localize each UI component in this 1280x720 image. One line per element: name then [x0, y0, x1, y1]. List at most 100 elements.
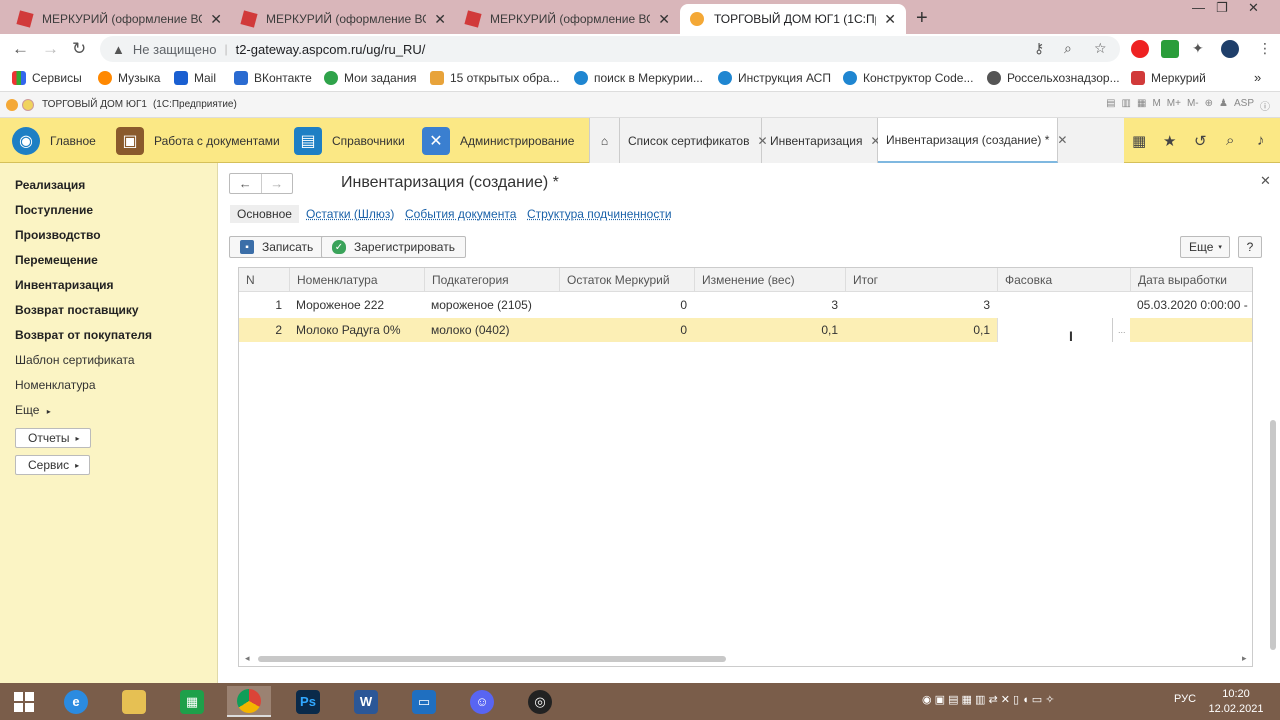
- nav-more[interactable]: Еще ▸: [15, 403, 51, 417]
- home-tab[interactable]: ⌂: [590, 118, 620, 163]
- memory-minus-icon[interactable]: M-: [1187, 98, 1199, 113]
- bookmark-tasks[interactable]: Мои задания: [324, 71, 417, 85]
- nav-receipts[interactable]: Поступление: [15, 203, 93, 217]
- cell-subcategory[interactable]: мороженое (2105): [424, 293, 559, 317]
- taskbar-photoshop[interactable]: Ps: [286, 686, 330, 717]
- browser-tab-2[interactable]: МЕРКУРИЙ (оформление ВСД) ✕: [232, 4, 456, 34]
- cell-weight-change[interactable]: 3: [694, 293, 845, 317]
- nav-return-from-customer[interactable]: Возврат от покупателя: [15, 328, 152, 342]
- clock[interactable]: 10:20 12.02.2021: [1206, 687, 1266, 717]
- search-icon[interactable]: ⌕: [1226, 118, 1234, 163]
- column-header-subcategory[interactable]: Подкатегория: [424, 268, 559, 292]
- user-icon[interactable]: ♟: [1219, 98, 1228, 113]
- bookmark-vk[interactable]: ВКонтакте: [234, 71, 312, 85]
- column-header-total[interactable]: Итог: [845, 268, 997, 292]
- menu-dots-icon[interactable]: ⋮: [1258, 40, 1272, 57]
- forward-arrow-icon[interactable]: →: [260, 174, 293, 193]
- tab-subordination-structure[interactable]: Структура подчиненности: [527, 205, 672, 223]
- bookmark-open-requests[interactable]: 15 открытых обра...: [430, 71, 560, 85]
- column-header-mercury-balance[interactable]: Остаток Меркурий: [559, 268, 694, 292]
- taskbar-chrome[interactable]: [227, 686, 271, 717]
- browser-tab-3[interactable]: МЕРКУРИЙ (оформление ВСД) ✕: [456, 4, 680, 34]
- cell-production-date[interactable]: 05.03.2020 0:00:00 -: [1130, 293, 1252, 317]
- star-icon[interactable]: ☆: [1094, 40, 1107, 57]
- service-button[interactable]: Сервис ▸: [15, 455, 91, 475]
- browser-tab-active[interactable]: ТОРГОВЫЙ ДОМ ЮГ1 (1С:Предприятие) ✕: [680, 4, 906, 34]
- bookmark-mail[interactable]: Mail: [174, 71, 216, 85]
- more-button[interactable]: Еще ▾: [1180, 236, 1230, 258]
- cell-subcategory[interactable]: молоко (0402): [424, 318, 559, 342]
- close-tab-icon[interactable]: ✕: [210, 11, 222, 28]
- cell-production-date[interactable]: [1130, 318, 1252, 342]
- extensions-icon[interactable]: ✦: [1192, 40, 1204, 57]
- column-header-n[interactable]: N: [239, 268, 289, 292]
- column-header-weight-change[interactable]: Изменение (вес): [694, 268, 845, 292]
- bookmarks-more-icon[interactable]: »: [1254, 70, 1261, 85]
- start-button[interactable]: [2, 686, 46, 717]
- browser-tab-1[interactable]: МЕРКУРИЙ (оформление ВСД) ✕: [8, 4, 232, 34]
- info-icon[interactable]: ⓘ: [1260, 98, 1270, 113]
- calc-icon[interactable]: ▦: [1137, 98, 1146, 113]
- close-tab-icon[interactable]: ✕: [658, 11, 670, 28]
- bookmark-mercury[interactable]: Меркурий: [1131, 71, 1206, 85]
- bookmark-music[interactable]: Музыка: [98, 71, 160, 85]
- history-icon[interactable]: ↺: [1194, 118, 1207, 163]
- bookmark-code-builder[interactable]: Конструктор Code...: [843, 71, 973, 85]
- minimize-icon[interactable]: —: [1192, 0, 1205, 20]
- back-arrow-icon[interactable]: ←: [230, 174, 261, 193]
- cell-packing[interactable]: [997, 293, 1130, 317]
- input-language[interactable]: РУС: [1174, 693, 1196, 705]
- table-row[interactable]: 1 Мороженое 222 мороженое (2105) 0 3 3 0…: [239, 293, 1252, 317]
- print-icon[interactable]: ▥: [1122, 98, 1131, 113]
- column-header-production-date[interactable]: Дата выработки: [1130, 268, 1252, 292]
- cell-weight-change[interactable]: 0,1: [694, 318, 845, 342]
- notifications-bell-icon[interactable]: ♪: [1257, 118, 1265, 163]
- favorites-star-icon[interactable]: ★: [1163, 118, 1176, 163]
- zoom-icon[interactable]: ⌕: [1064, 40, 1072, 57]
- help-button[interactable]: ?: [1238, 236, 1262, 258]
- horizontal-scrollbar[interactable]: [258, 656, 726, 662]
- cell-mercury-balance[interactable]: 0: [559, 318, 694, 342]
- scroll-right-icon[interactable]: ▸: [1242, 653, 1247, 664]
- taskbar-ie[interactable]: e: [54, 686, 98, 717]
- bookmark-asp-guide[interactable]: Инструкция АСП: [718, 71, 831, 85]
- tab-document-events[interactable]: События документа: [405, 205, 516, 223]
- tab-certificate-list[interactable]: Список сертификатов ✕: [620, 118, 768, 163]
- reports-button[interactable]: Отчеты ▸: [15, 428, 91, 448]
- forward-icon[interactable]: →: [42, 39, 59, 59]
- packing-edit-field[interactable]: ...: [997, 318, 1130, 342]
- save-button[interactable]: ▪ Записать: [229, 236, 325, 258]
- close-window-icon[interactable]: ✕: [1248, 0, 1259, 20]
- taskbar-remote-desktop[interactable]: ▭: [402, 686, 446, 717]
- section-documents[interactable]: ▣ Работа с документами: [116, 118, 280, 163]
- nav-transfer[interactable]: Перемещение: [15, 253, 98, 267]
- cell-total[interactable]: 3: [845, 293, 997, 317]
- scroll-left-icon[interactable]: ◂: [245, 653, 250, 664]
- bookmark-rosselkhoz[interactable]: Россельхознадзор...: [987, 71, 1120, 85]
- tab-balances-gateway[interactable]: Остатки (Шлюз): [306, 205, 394, 223]
- green-extension-icon[interactable]: [1161, 40, 1179, 58]
- user-name[interactable]: ASP: [1234, 98, 1254, 113]
- omnibox[interactable]: ▲ Не защищено | t2-gateway.aspcom.ru/ug/…: [100, 36, 1120, 62]
- key-icon[interactable]: ⚷: [1034, 40, 1044, 57]
- section-catalogs[interactable]: ▤ Справочники: [294, 118, 405, 163]
- nav-return-to-supplier[interactable]: Возврат поставщику: [15, 303, 139, 317]
- close-tab-icon[interactable]: ✕: [1057, 133, 1067, 147]
- column-header-packing[interactable]: Фасовка: [997, 268, 1130, 292]
- column-header-nomenclature[interactable]: Номенклатура: [289, 268, 424, 292]
- close-tab-icon[interactable]: ✕: [434, 11, 446, 28]
- register-button[interactable]: ✓ Зарегистрировать: [321, 236, 466, 258]
- cell-nomenclature[interactable]: Мороженое 222: [289, 293, 424, 317]
- taskbar-word[interactable]: W: [344, 686, 388, 717]
- section-main[interactable]: ◉ Главное: [12, 118, 96, 163]
- section-admin[interactable]: ✕ Администрирование: [422, 118, 574, 163]
- taskbar-discord[interactable]: ☺: [460, 686, 504, 717]
- tab-inventory-create[interactable]: Инвентаризация (создание) * ✕: [878, 118, 1067, 163]
- cell-total[interactable]: 0,1: [845, 318, 997, 342]
- taskbar-obs[interactable]: ◎: [518, 686, 562, 717]
- new-tab-icon[interactable]: +: [916, 7, 928, 30]
- close-tab-icon[interactable]: ✕: [884, 11, 896, 28]
- nav-inventory[interactable]: Инвентаризация: [15, 278, 114, 292]
- cell-mercury-balance[interactable]: 0: [559, 293, 694, 317]
- nav-sales[interactable]: Реализация: [15, 178, 85, 192]
